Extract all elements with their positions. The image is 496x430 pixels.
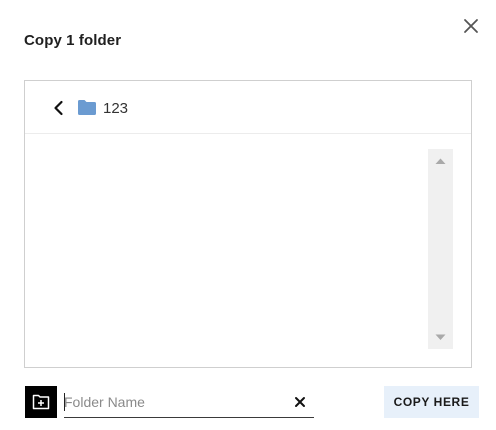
folder-icon xyxy=(78,100,96,115)
folder-browser-header: 123 xyxy=(25,81,471,134)
folder-browser: 123 xyxy=(24,80,472,368)
dialog-title: Copy 1 folder xyxy=(24,32,122,49)
new-folder-button[interactable] xyxy=(25,386,57,418)
clear-input-button[interactable] xyxy=(292,394,308,410)
dialog-footer: COPY HERE xyxy=(0,386,496,420)
copy-here-button[interactable]: COPY HERE xyxy=(384,386,479,418)
folder-name-input[interactable] xyxy=(64,391,284,413)
triangle-down-icon xyxy=(435,334,446,340)
scroll-up-button[interactable] xyxy=(428,151,453,171)
scrollbar[interactable] xyxy=(428,149,453,349)
text-caret xyxy=(64,393,65,411)
close-button[interactable] xyxy=(459,14,483,38)
chevron-left-icon xyxy=(54,100,63,116)
current-folder-label: 123 xyxy=(103,100,129,117)
close-icon xyxy=(464,19,478,33)
new-folder-icon xyxy=(32,394,50,410)
back-button[interactable] xyxy=(49,98,69,118)
triangle-up-icon xyxy=(435,158,446,164)
folder-name-field xyxy=(64,388,314,418)
copy-dialog: Copy 1 folder 123 Folder Name COPY HERE xyxy=(0,0,496,430)
scroll-down-button[interactable] xyxy=(428,327,453,347)
clear-icon xyxy=(295,397,305,407)
